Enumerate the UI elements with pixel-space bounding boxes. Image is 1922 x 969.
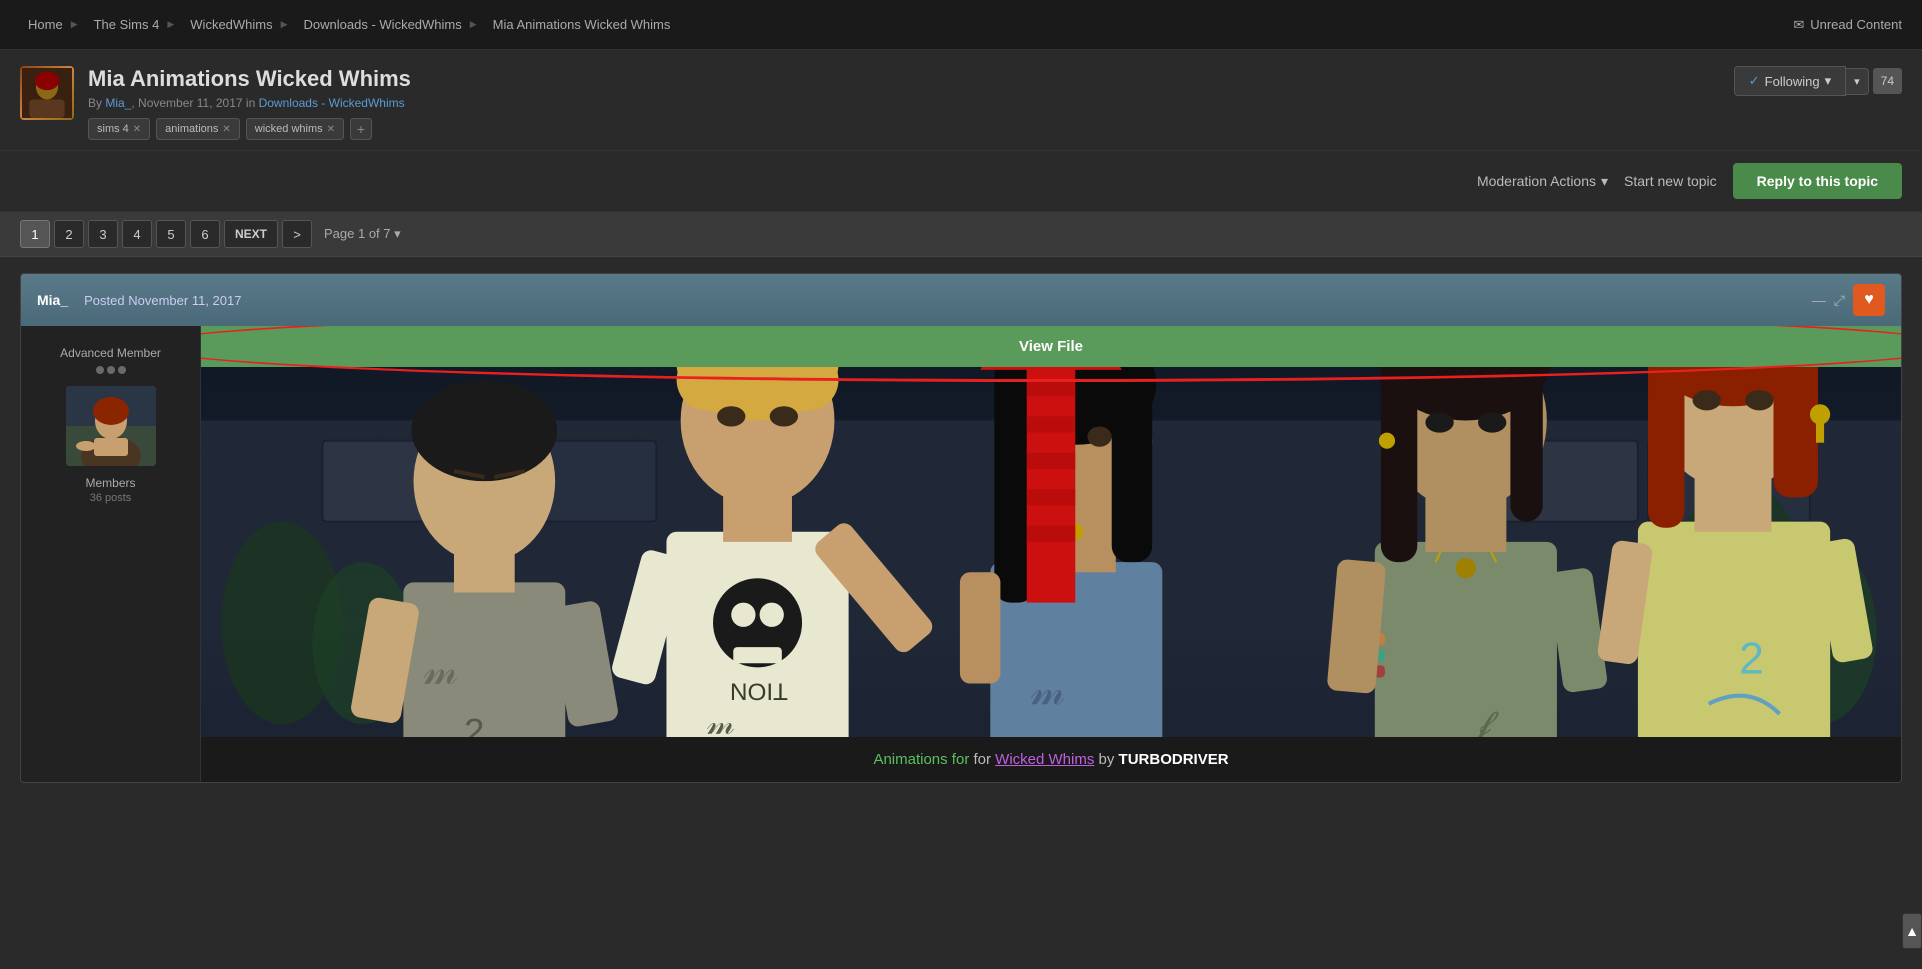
- breadcrumb: Home The Sims 4 WickedWhims Downloads - …: [20, 17, 678, 32]
- breadcrumb-thesims4[interactable]: The Sims 4: [86, 17, 183, 32]
- caret-down-icon: ▾: [1601, 173, 1608, 190]
- next-arrow-button[interactable]: >: [282, 220, 312, 248]
- expand-icon[interactable]: ⤢: [1834, 292, 1845, 309]
- topic-meta: By Mia_, November 11, 2017 in Downloads …: [88, 96, 411, 110]
- svg-text:2: 2: [464, 711, 484, 737]
- breadcrumb-current: Mia Animations Wicked Whims: [485, 17, 679, 32]
- view-file-area: View File: [201, 326, 1901, 367]
- breadcrumb-wickedwhims[interactable]: WickedWhims: [182, 17, 295, 32]
- arrow-up-icon: ▲: [1905, 923, 1919, 939]
- breadcrumb-bar: Home The Sims 4 WickedWhims Downloads - …: [0, 0, 1922, 50]
- dot-3: [118, 366, 126, 374]
- animations-label: Animations for: [873, 751, 969, 768]
- by-label: by: [1099, 751, 1115, 768]
- breadcrumb-right: ✉ Unread Content: [1793, 17, 1902, 33]
- member-avatar: [66, 386, 156, 466]
- breadcrumb-downloads[interactable]: Downloads - WickedWhims: [296, 17, 485, 32]
- page-button-2[interactable]: 2: [54, 220, 84, 248]
- svg-text:𝓂: 𝓂: [424, 647, 458, 693]
- following-button[interactable]: ✓ Following ▾: [1734, 66, 1846, 96]
- scroll-to-top-button[interactable]: ▲: [1902, 913, 1922, 949]
- page-button-4[interactable]: 4: [122, 220, 152, 248]
- page-button-6[interactable]: 6: [190, 220, 220, 248]
- svg-text:TION: TION: [730, 678, 788, 705]
- dot-1: [96, 366, 104, 374]
- post-date: Posted November 11, 2017: [84, 293, 241, 308]
- wicked-whims-link[interactable]: Wicked Whims: [995, 751, 1094, 768]
- tag-animations-remove[interactable]: ✕: [222, 124, 230, 135]
- topic-title-area: Mia Animations Wicked Whims By Mia_, Nov…: [88, 66, 411, 140]
- next-page-button[interactable]: NEXT: [224, 220, 278, 248]
- tag-animations[interactable]: animations ✕: [156, 118, 240, 140]
- svg-text:𝓂: 𝓂: [1031, 667, 1065, 713]
- post-header-right: — ⤢ ♥: [1812, 284, 1885, 316]
- member-rank: Advanced Member: [60, 346, 161, 360]
- topic-header-left: Mia Animations Wicked Whims By Mia_, Nov…: [20, 66, 411, 140]
- tag-add-button[interactable]: +: [350, 118, 372, 140]
- start-new-topic-button[interactable]: Start new topic: [1624, 173, 1717, 189]
- topic-header-right: ✓ Following ▾ ▾ 74: [1734, 66, 1902, 96]
- page-button-1[interactable]: 1: [20, 220, 50, 248]
- sims-banner-image: 𝓂 2: [201, 367, 1901, 737]
- caret-down-icon-page: ▾: [394, 226, 401, 241]
- topic-avatar: [20, 66, 74, 120]
- tag-sims4-remove[interactable]: ✕: [133, 124, 141, 135]
- tag-wickedwhims-remove[interactable]: ✕: [327, 124, 335, 135]
- post-author-name[interactable]: Mia_: [37, 292, 68, 308]
- reply-to-topic-button[interactable]: Reply to this topic: [1733, 163, 1902, 199]
- topic-tags: sims 4 ✕ animations ✕ wicked whims ✕ +: [88, 118, 411, 140]
- dot-2: [107, 366, 115, 374]
- minimize-icon[interactable]: —: [1812, 292, 1826, 308]
- chevron-down-icon: ▾: [1825, 73, 1832, 89]
- following-dropdown-toggle[interactable]: ▾: [1846, 68, 1869, 95]
- post-container: Mia_ Posted November 11, 2017 — ⤢ ♥ Adva…: [20, 273, 1902, 783]
- topic-header: Mia Animations Wicked Whims By Mia_, Nov…: [0, 50, 1922, 151]
- member-posts: 36 posts: [90, 492, 132, 504]
- post-body: Advanced Member: [21, 326, 1901, 782]
- topic-category-link[interactable]: Downloads - WickedWhims: [259, 96, 405, 110]
- breadcrumb-home[interactable]: Home: [20, 17, 86, 32]
- member-dots: [96, 366, 126, 374]
- post-content: View File: [201, 326, 1901, 782]
- turbodriver-label: TURBODRIVER: [1119, 751, 1229, 768]
- post-footer-text: Animations for for Wicked Whims by TURBO…: [201, 737, 1901, 782]
- for-label: for: [973, 751, 991, 768]
- tag-wickedwhims[interactable]: wicked whims ✕: [246, 118, 344, 140]
- check-icon: ✓: [1749, 73, 1760, 89]
- action-bar: Moderation Actions ▾ Start new topic Rep…: [0, 151, 1922, 212]
- tag-sims4[interactable]: sims 4 ✕: [88, 118, 150, 140]
- topic-title: Mia Animations Wicked Whims: [88, 66, 411, 92]
- topic-author-link[interactable]: Mia_: [105, 96, 131, 110]
- moderation-label: Moderation Actions: [1477, 173, 1596, 189]
- pagination-bar: 1 2 3 4 5 6 NEXT > Page 1 of 7 ▾: [0, 212, 1922, 257]
- following-count: 74: [1873, 68, 1902, 94]
- heart-button[interactable]: ♥: [1853, 284, 1885, 316]
- post-sidebar: Advanced Member: [21, 326, 201, 782]
- page-button-3[interactable]: 3: [88, 220, 118, 248]
- post-header: Mia_ Posted November 11, 2017 — ⤢ ♥: [21, 274, 1901, 326]
- page-of-label[interactable]: Page 1 of 7 ▾: [324, 226, 401, 242]
- moderation-actions-button[interactable]: Moderation Actions ▾: [1477, 173, 1608, 190]
- unread-content-link[interactable]: Unread Content: [1810, 17, 1902, 32]
- svg-text:𝓂: 𝓂: [707, 705, 735, 737]
- member-role: Members: [85, 476, 135, 490]
- svg-text:2: 2: [1739, 634, 1764, 683]
- envelope-icon: ✉: [1793, 17, 1804, 33]
- view-file-button[interactable]: View File: [201, 326, 1901, 367]
- page-button-5[interactable]: 5: [156, 220, 186, 248]
